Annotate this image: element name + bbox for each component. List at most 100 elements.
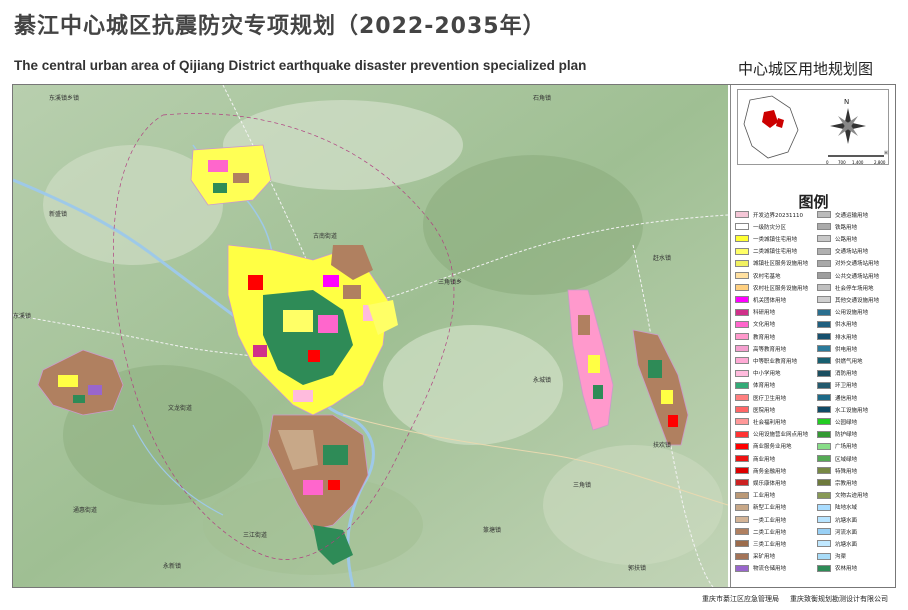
- legend-item: 广场用地: [817, 441, 857, 452]
- legend-item: 坑塘水面: [817, 514, 857, 525]
- legend-label: 娱乐康体用地: [753, 480, 787, 487]
- legend-label: 供水用地: [835, 322, 858, 329]
- map-label: 三角镇: [573, 482, 592, 489]
- legend-swatch: [817, 418, 831, 426]
- legend-swatch: [735, 455, 749, 462]
- legend-label: 机关团体用地: [753, 297, 787, 304]
- legend-label: 排水用地: [835, 334, 858, 341]
- legend: 开发边界20231110 一级防灾分区 一类城镇住宅用地 二类城镇住宅用地 城镇社区服务…: [735, 209, 895, 585]
- legend-swatch: [817, 320, 831, 328]
- legend-label: 对外交通场站用地: [835, 261, 880, 268]
- legend-item: 商业服务业用地: [735, 441, 792, 452]
- legend-swatch: [817, 564, 831, 572]
- legend-label: 社会福利用地: [753, 419, 787, 426]
- legend-swatch: [817, 247, 831, 255]
- legend-swatch: [735, 272, 749, 279]
- legend-swatch: [817, 406, 831, 414]
- legend-label: 通信用地: [835, 395, 858, 402]
- terrain-hill: [543, 445, 723, 565]
- legend-item: 河流水面: [817, 526, 857, 537]
- legend-swatch: [817, 296, 831, 304]
- map-label: 赶水镇: [653, 255, 672, 262]
- legend-item: 体育用地: [735, 380, 775, 391]
- legend-swatch: [735, 320, 749, 328]
- legend-item: 公共交通场站用地: [817, 270, 879, 281]
- legend-item: 科研用地: [735, 307, 775, 318]
- legend-label: 文物古迹用地: [835, 493, 869, 500]
- legend-label: 二类城镇住宅用地: [753, 249, 798, 256]
- legend-swatch: [817, 442, 831, 450]
- legend-item: 供电用地: [817, 343, 857, 354]
- map-title: 中心城区用地规划图: [738, 60, 874, 78]
- legend-swatch: [817, 211, 831, 218]
- legend-swatch: [735, 333, 749, 340]
- legend-item: 一类工业用地: [735, 514, 786, 525]
- legend-label: 特殊用地: [835, 468, 858, 475]
- legend-label: 交通运输用地: [835, 212, 869, 219]
- legend-label: 交通场站用地: [835, 249, 869, 256]
- legend-swatch: [735, 369, 749, 377]
- legend-label: 公园绿地: [835, 419, 858, 426]
- legend-item: 沟渠: [817, 551, 846, 562]
- legend-label: 商业用地: [753, 456, 776, 463]
- legend-swatch: [817, 345, 831, 353]
- legend-swatch: [735, 235, 749, 243]
- legend-item: 商务金融用地: [735, 465, 786, 476]
- legend-item: 中等职业教育用地: [735, 355, 797, 366]
- legend-swatch: [817, 467, 831, 475]
- legend-label: 河流水面: [835, 529, 858, 536]
- legend-label: 供燃气用地: [835, 358, 863, 365]
- legend-label: 防护绿地: [835, 432, 858, 439]
- legend-label: 三类工业用地: [753, 541, 787, 548]
- footer-org-1: 重庆市綦江区应急管理局: [702, 595, 779, 603]
- legend-swatch: [735, 442, 749, 450]
- legend-item: 交通运输用地: [817, 209, 868, 220]
- footer-org-2: 重庆致衡规划勘测设计有限公司: [790, 595, 888, 603]
- legend-label: 铁路用地: [835, 224, 858, 231]
- legend-label: 医院用地: [753, 407, 776, 414]
- north-label: N: [844, 98, 849, 106]
- legend-label: 物流仓储用地: [753, 566, 787, 573]
- legend-swatch: [817, 503, 831, 511]
- legend-item: 城镇社区服务设施用地: [735, 258, 808, 269]
- legend-item: 社会福利用地: [735, 416, 786, 427]
- legend-item: 新型工业用地: [735, 502, 786, 513]
- scale-label: 1,400: [852, 160, 864, 165]
- legend-label: 一类城镇住宅用地: [753, 236, 798, 243]
- legend-swatch: [817, 223, 831, 231]
- scale-label: 0: [826, 160, 829, 165]
- legend-swatch: [735, 394, 749, 401]
- map-label: 古南街道: [313, 233, 338, 240]
- legend-item: 一类城镇住宅用地: [735, 233, 797, 244]
- legend-swatch: [817, 333, 831, 340]
- legend-label: 文化用地: [753, 322, 776, 329]
- map-label: 石角镇: [533, 95, 552, 102]
- legend-swatch: [817, 308, 831, 316]
- legend-item: 供燃气用地: [817, 355, 863, 366]
- legend-swatch: [735, 564, 749, 572]
- legend-swatch: [735, 247, 749, 255]
- side-panel: N 0 700 1,400 2,800 米 图例 开发边界20231110 一级防…: [730, 85, 895, 587]
- legend-item: 医院用地: [735, 404, 775, 415]
- legend-item: 其他交通设施用地: [817, 294, 879, 305]
- legend-item: 供水用地: [817, 319, 857, 330]
- legend-swatch: [735, 357, 749, 365]
- legend-item: 采矿用地: [735, 551, 775, 562]
- legend-label: 采矿用地: [753, 554, 776, 561]
- legend-label: 公路用地: [835, 236, 858, 243]
- legend-label: 一类工业用地: [753, 517, 787, 524]
- legend-item: 农村社区服务设施用地: [735, 282, 808, 293]
- legend-swatch: [735, 552, 749, 560]
- scale-label: 2,800: [874, 160, 886, 165]
- legend-item: 文化用地: [735, 319, 775, 330]
- legend-item: 高等教育用地: [735, 343, 786, 354]
- main-map[interactable]: 东溪镇乡镇 三角镇乡 永城镇 石角镇 新盛镇 赶水镇 东溪镇 三江街道 古南街道…: [13, 85, 728, 587]
- page-title: 綦江中心城区抗震防灾专项规划（2022-2035年）: [14, 14, 546, 39]
- legend-label: 一级防灾分区: [753, 224, 787, 231]
- legend-label: 环卫用地: [835, 383, 858, 390]
- map-label: 永城镇: [533, 377, 552, 384]
- legend-label: 坑塘水面: [835, 517, 858, 524]
- legend-swatch: [817, 284, 831, 292]
- legend-swatch: [735, 540, 749, 548]
- legend-item: 铁路用地: [817, 221, 857, 232]
